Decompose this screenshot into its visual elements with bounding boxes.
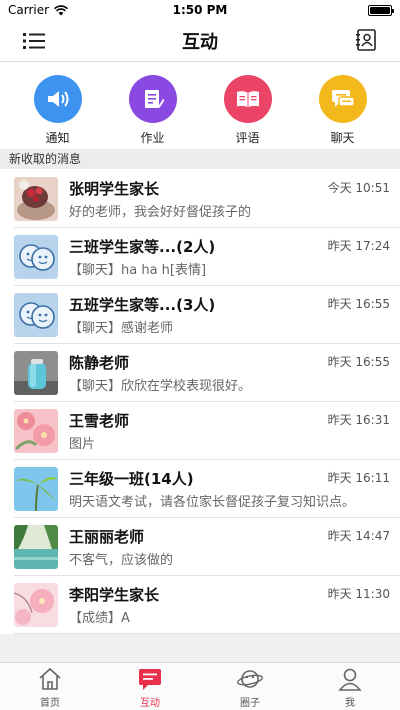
shortcut-row: 通知 作业 评语 聊天 <box>0 63 400 149</box>
page-title: 互动 <box>182 31 218 53</box>
message-name: 王丽丽老师 <box>69 528 145 546</box>
tab-label: 首页 <box>40 698 60 709</box>
message-preview: 【聊天】欣欣在学校表现很好。 <box>69 379 252 394</box>
status-bar: Carrier 1:50 PM <box>0 0 400 20</box>
avatar-palm <box>14 467 58 511</box>
message-preview: 【聊天】ha ha h[表情] <box>69 263 207 278</box>
message-body: 三班学生家等...(2人) 昨天 17:24 【聊天】ha ha h[表情] <box>69 235 400 279</box>
message-item[interactable]: 王丽丽老师 昨天 14:47 不客气，应该做的 <box>0 518 400 576</box>
message-name: 五班学生家等...(3人) <box>69 296 216 314</box>
list-footer-spacer <box>0 634 400 662</box>
avatar-flowers <box>14 409 58 453</box>
message-item[interactable]: 李阳学生家长 昨天 11:30 【成绩】A <box>0 576 400 634</box>
chat-icon <box>318 75 367 123</box>
message-body: 李阳学生家长 昨天 11:30 【成绩】A <box>69 583 400 627</box>
tab-me[interactable]: 我 <box>310 663 390 710</box>
message-time: 昨天 16:55 <box>327 297 390 311</box>
message-preview: 【成绩】A <box>69 611 130 626</box>
message-name: 三班学生家等...(2人) <box>69 238 216 256</box>
section-header: 新收取的消息 <box>0 149 400 169</box>
message-icon <box>139 669 161 690</box>
planet-icon <box>237 670 263 688</box>
tab-label: 我 <box>345 698 355 709</box>
message-preview: 图片 <box>69 437 96 452</box>
user-icon <box>338 668 362 691</box>
tab-bar: 首页 互动 圈子 我 <box>0 662 400 710</box>
avatar-blossom <box>14 583 58 627</box>
home-icon <box>39 667 61 690</box>
avatar-humidifier <box>14 351 58 395</box>
message-body: 五班学生家等...(3人) 昨天 16:55 【聊天】感谢老师 <box>69 293 400 337</box>
shortcut-homework[interactable]: 作业 <box>113 63 193 149</box>
nav-bar: 互动 <box>0 20 400 62</box>
shortcut-label: 聊天 <box>330 131 355 145</box>
battery-level <box>370 6 390 14</box>
shortcut-chat[interactable]: 聊天 <box>303 63 383 149</box>
carrier-label: Carrier <box>8 3 50 17</box>
message-preview: 【聊天】感谢老师 <box>69 321 174 336</box>
status-left: Carrier <box>8 3 69 17</box>
tab-circle[interactable]: 圈子 <box>210 663 290 710</box>
message-item[interactable]: 张明学生家长 今天 10:51 好的老师，我会好好督促孩子的 <box>0 170 400 228</box>
message-preview: 好的老师，我会好好督促孩子的 <box>69 205 252 220</box>
message-item[interactable]: 陈静老师 昨天 16:55 【聊天】欣欣在学校表现很好。 <box>0 344 400 402</box>
tab-label: 互动 <box>140 698 160 709</box>
message-body: 三年级一班(14人) 昨天 16:11 明天语文考试，请各位家长督促孩子复习知识… <box>69 467 400 511</box>
shortcut-label: 作业 <box>140 131 165 145</box>
group-avatar-icon <box>14 293 58 337</box>
message-body: 张明学生家长 今天 10:51 好的老师，我会好好督促孩子的 <box>69 177 400 221</box>
message-preview: 明天语文考试，请各位家长督促孩子复习知识点。 <box>69 495 356 510</box>
message-list: 张明学生家长 今天 10:51 好的老师，我会好好督促孩子的 三班学生家等...… <box>0 170 400 634</box>
message-time: 昨天 16:11 <box>327 471 390 485</box>
message-name: 王雪老师 <box>69 412 130 430</box>
speaker-icon <box>33 75 82 123</box>
tab-interaction[interactable]: 互动 <box>110 663 190 710</box>
message-time: 昨天 14:47 <box>327 529 390 543</box>
message-time: 昨天 16:31 <box>327 413 390 427</box>
message-time: 昨天 11:30 <box>327 587 390 601</box>
shortcut-notice[interactable]: 通知 <box>18 63 98 149</box>
message-time: 今天 10:51 <box>327 181 390 195</box>
avatar-lake <box>14 525 58 569</box>
message-name: 张明学生家长 <box>69 180 160 198</box>
message-time: 昨天 17:24 <box>327 239 390 253</box>
group-avatar-icon <box>14 235 58 279</box>
homework-icon <box>128 75 177 123</box>
message-item[interactable]: 三年级一班(14人) 昨天 16:11 明天语文考试，请各位家长督促孩子复习知识… <box>0 460 400 518</box>
message-item[interactable]: 三班学生家等...(2人) 昨天 17:24 【聊天】ha ha h[表情] <box>0 228 400 286</box>
battery-icon <box>368 4 394 16</box>
menu-list-icon[interactable] <box>22 30 46 52</box>
message-preview: 不客气，应该做的 <box>69 553 174 568</box>
message-body: 王雪老师 昨天 16:31 图片 <box>69 409 400 453</box>
shortcut-comments[interactable]: 评语 <box>208 63 288 149</box>
book-icon <box>223 75 272 123</box>
message-item[interactable]: 王雪老师 昨天 16:31 图片 <box>0 402 400 460</box>
shortcut-label: 评语 <box>235 131 260 145</box>
shortcut-label: 通知 <box>45 131 70 145</box>
contacts-book-icon[interactable] <box>354 28 378 52</box>
tab-label: 圈子 <box>240 698 260 709</box>
message-name: 陈静老师 <box>69 354 130 372</box>
message-body: 王丽丽老师 昨天 14:47 不客气，应该做的 <box>69 525 400 569</box>
message-time: 昨天 16:55 <box>327 355 390 369</box>
message-name: 李阳学生家长 <box>69 586 160 604</box>
message-body: 陈静老师 昨天 16:55 【聊天】欣欣在学校表现很好。 <box>69 351 400 395</box>
wifi-icon <box>54 4 69 15</box>
avatar-cake <box>14 177 58 221</box>
tab-home[interactable]: 首页 <box>10 663 90 710</box>
message-name: 三年级一班(14人) <box>69 470 194 488</box>
message-item[interactable]: 五班学生家等...(3人) 昨天 16:55 【聊天】感谢老师 <box>0 286 400 344</box>
